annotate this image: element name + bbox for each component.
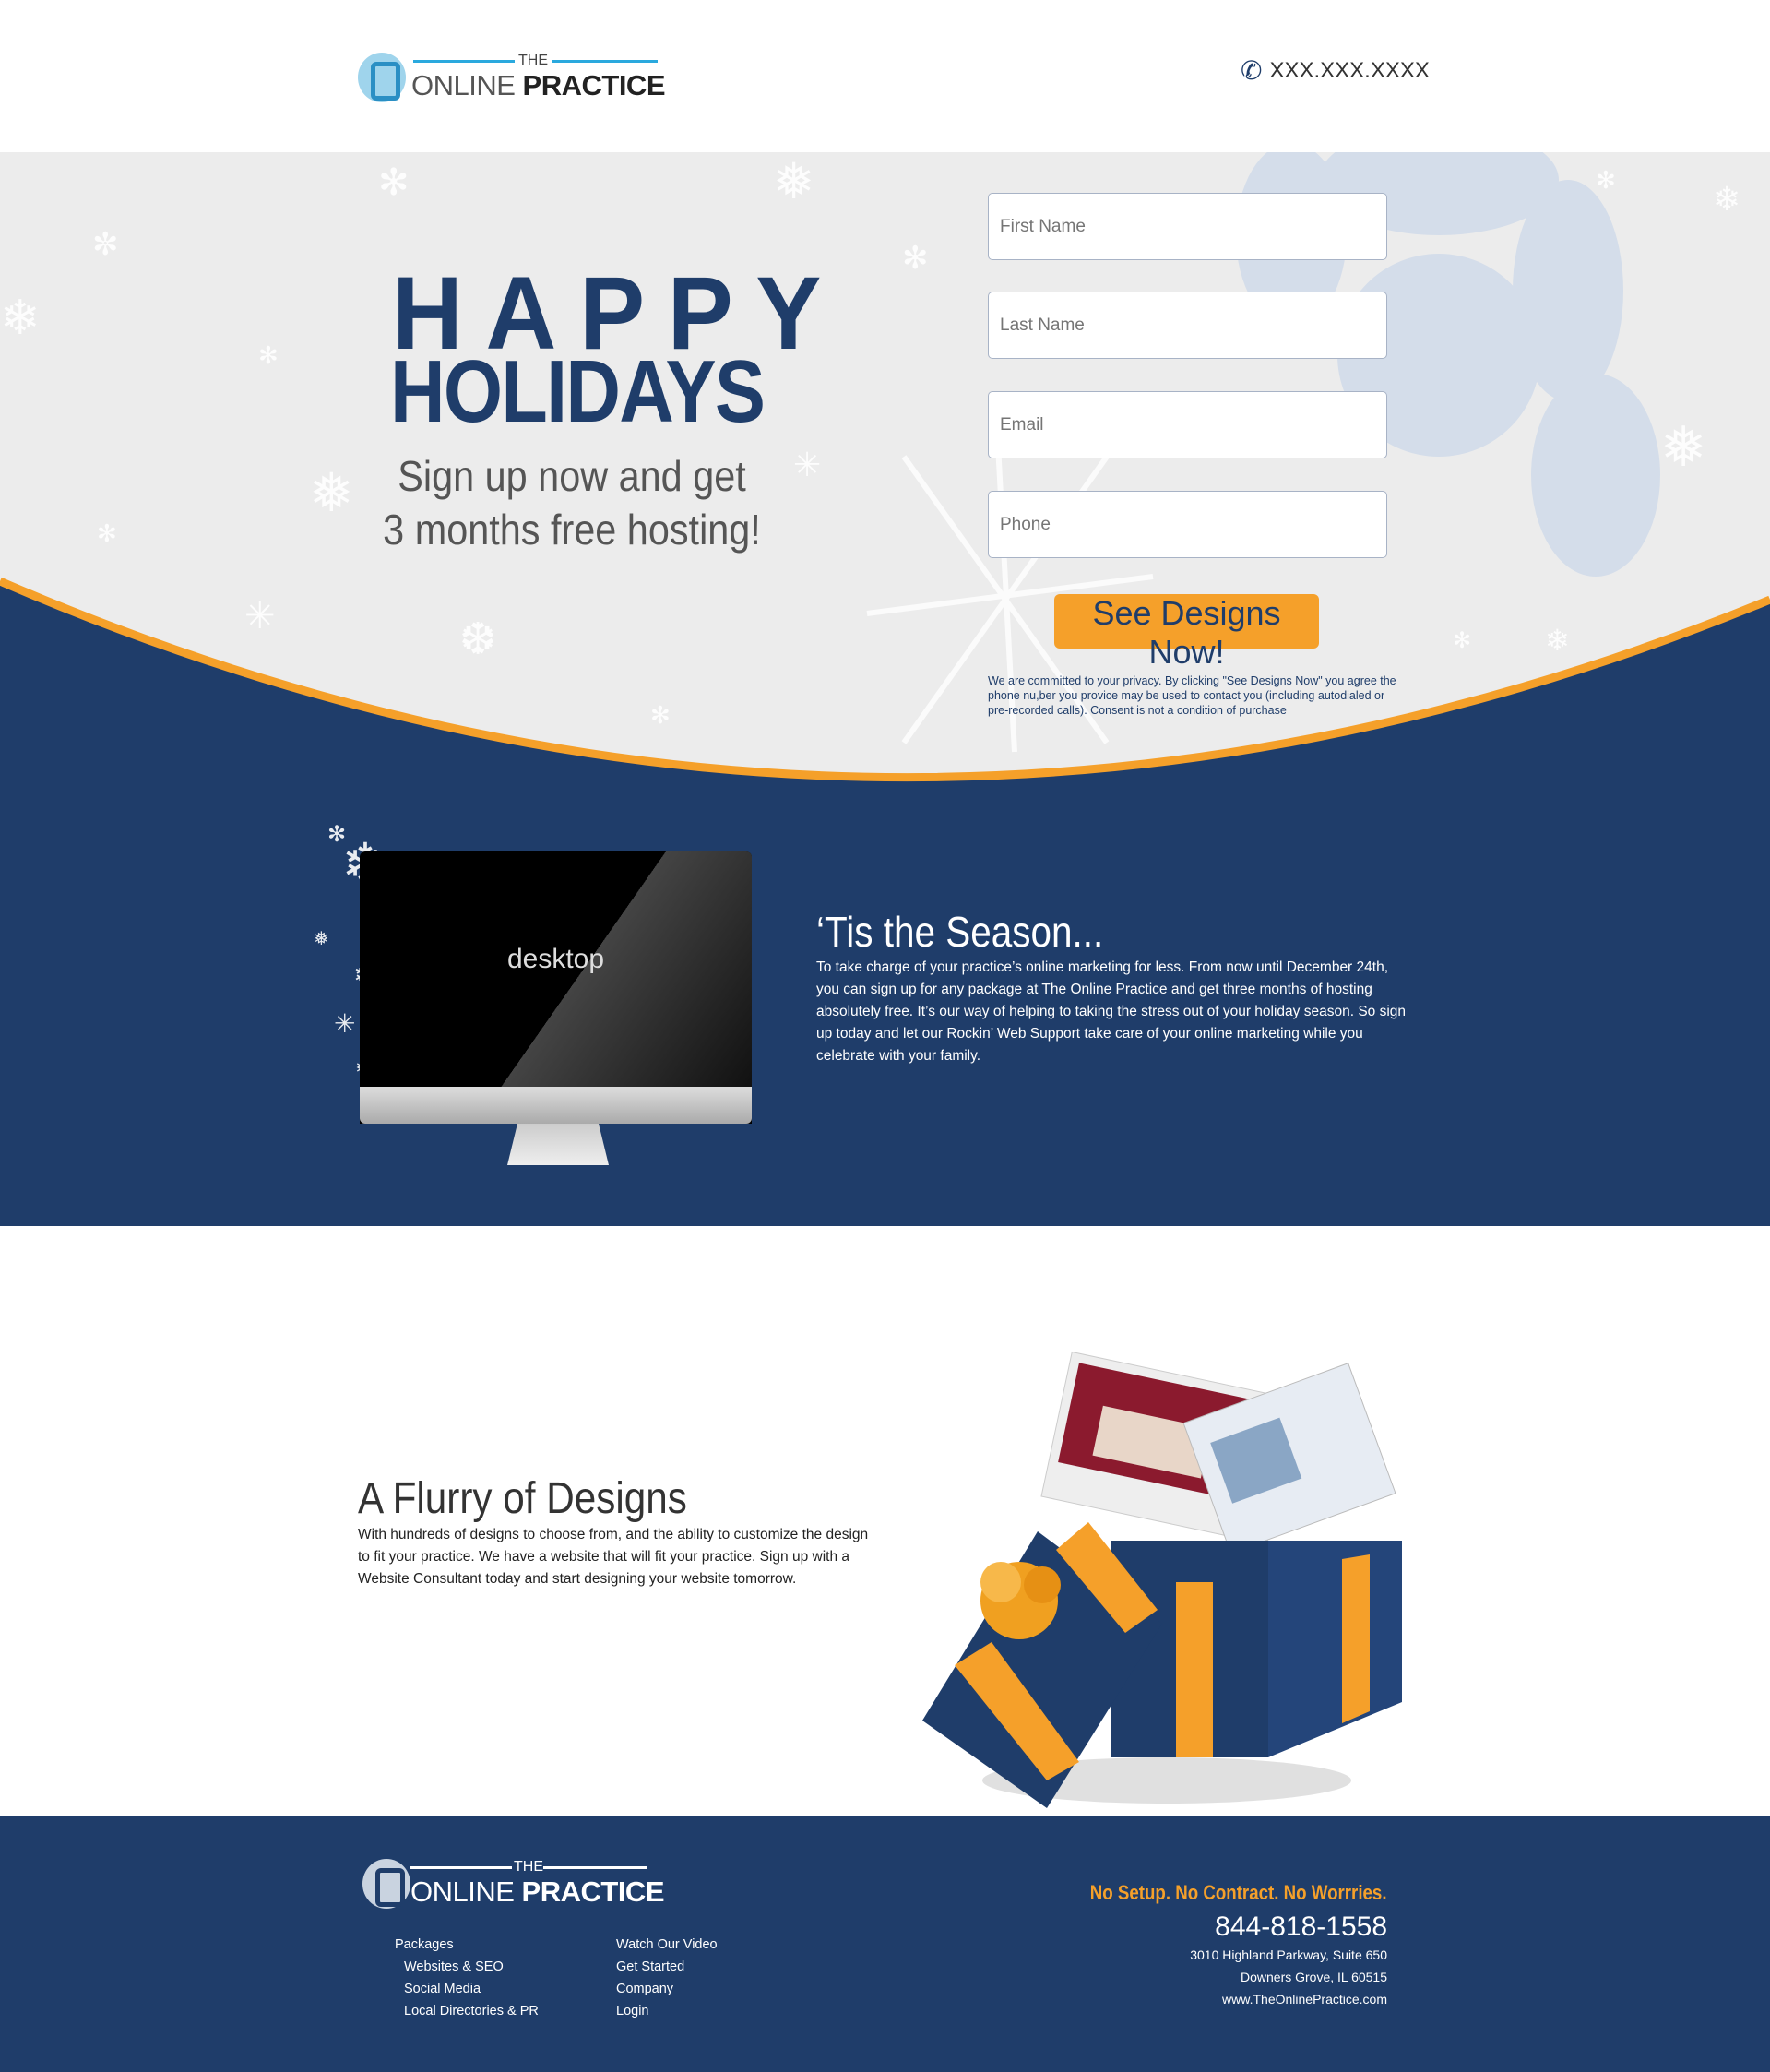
footer-link-social-media[interactable]: Social Media [395,1978,539,2000]
hero-subtitle-line: 3 months free hosting! [383,506,761,554]
email-input[interactable] [988,391,1387,458]
flurry-title: A Flurry of Designs [358,1474,687,1523]
desktop-monitor-image: desktop [360,851,752,1165]
footer-links-packages: Packages Websites & SEO Social Media Loc… [395,1934,539,2022]
footer-links-company: Watch Our Video Get Started Company Logi… [616,1934,718,2022]
footer-link-local-directories[interactable]: Local Directories & PR [395,2000,539,2022]
last-name-input[interactable] [988,292,1387,359]
logo-rule [552,60,658,63]
snowflake-icon: ✳ [793,446,822,483]
footer-link-company[interactable]: Company [616,1978,718,2000]
monitor-chin [360,1087,752,1124]
season-body: To take charge of your practice’s online… [816,959,1407,1064]
snowflake-icon: ✻ [902,241,929,276]
snowflake-icon: ✻ [97,519,117,547]
snowflake-icon: ✻ [650,701,671,729]
footer-address-line: Downers Grove, IL 60515 [1240,1970,1387,1984]
footer-link-packages[interactable]: Packages [395,1934,539,1956]
footer-phone[interactable]: 844-818-1558 [1215,1911,1387,1943]
logo[interactable]: THE ONLINE PRACTICE [358,53,666,108]
gift-box-image [922,1351,1402,1808]
hero-curve [0,152,1770,778]
tooth-logo-icon [362,1859,410,1909]
footer-logo[interactable]: THE ONLINE PRACTICE [362,1859,667,1914]
logo-practice: PRACTICE [522,69,666,101]
monitor-label: desktop [506,944,605,974]
snowflake-icon: ❄ [0,292,41,345]
season-title: ‘Tis the Season... [816,908,1104,956]
footer-link-login[interactable]: Login [616,2000,718,2022]
snowflake-icon: ✳ [334,1009,356,1038]
snowflake-icon: ❄ [1713,180,1741,218]
phone-input[interactable] [988,491,1387,558]
phone-icon: ✆ [1241,56,1263,85]
first-name-input[interactable] [988,193,1387,260]
site-header: THE ONLINE PRACTICE ✆ XXX.XXX.XXXX [0,0,1770,152]
snowflake-icon: ✻ [1596,166,1616,194]
logo-rule [410,1866,512,1869]
snowflake-icon: ✻ [1453,628,1472,653]
hero-title-holidays: HOLIDAYS [390,342,766,441]
logo-name: ONLINE PRACTICE [410,1876,665,1909]
hero-subtitle-line: Sign up now and get [398,452,746,500]
footer-link-watch-video[interactable]: Watch Our Video [616,1934,718,1956]
footer-website-link[interactable]: www.TheOnlinePractice.com [1222,1992,1387,2007]
hero-subtitle: Sign up now and get 3 months free hostin… [373,449,771,556]
snowflake-icon: ✳ [244,596,276,637]
footer-tagline: No Setup. No Contract. No Worrries. [1090,1881,1387,1904]
see-designs-button[interactable]: See Designs Now! [1054,594,1319,671]
logo-name: ONLINE PRACTICE [411,69,666,102]
monitor-screen: desktop [360,851,752,1124]
logo-rule [413,60,515,63]
snowflake-icon: ❅ [309,463,354,523]
snowflake-icon: ❄ [1545,624,1570,657]
logo-online: ONLINE [411,69,516,101]
site-footer: THE ONLINE PRACTICE Packages Websites & … [0,1816,1770,2072]
flurry-body: With hundreds of designs to choose from,… [358,1527,869,1587]
logo-practice: PRACTICE [521,1876,665,1908]
snowflake-icon: ✼ [92,227,119,262]
monitor-stand [507,1124,609,1165]
snowflake-icon: ❅ [773,154,815,209]
logo-online: ONLINE [410,1876,515,1908]
footer-link-websites-seo[interactable]: Websites & SEO [395,1956,539,1978]
privacy-notice: We are committed to your privacy. By cli… [988,674,1396,717]
snowflake-icon: ❅ [314,929,329,949]
tooth-logo-icon [358,53,406,102]
snowflake-icon: ❆ [459,615,497,664]
snowflake-icon: ✻ [258,341,279,369]
logo-rule [543,1866,647,1869]
footer-link-get-started[interactable]: Get Started [616,1956,718,1978]
logo-the: THE [514,1859,543,1875]
footer-address-line: 3010 Highland Parkway, Suite 650 [1190,1947,1387,1962]
header-phone-number: XXX.XXX.XXXX [1269,57,1430,83]
snowflake-icon: ❅ [1660,416,1707,478]
header-phone[interactable]: ✆ XXX.XXX.XXXX [1241,55,1430,86]
snowflake-icon: ✻ [378,162,410,203]
logo-the: THE [518,53,548,68]
hero-section: ✻ ✼ ❄ ✻ ❅ ✻ ✳ ❆ ❅ ✻ ✳ ✻ ❄ ❅ ✻ ❄ ✻ HAPPY … [0,152,1770,1226]
